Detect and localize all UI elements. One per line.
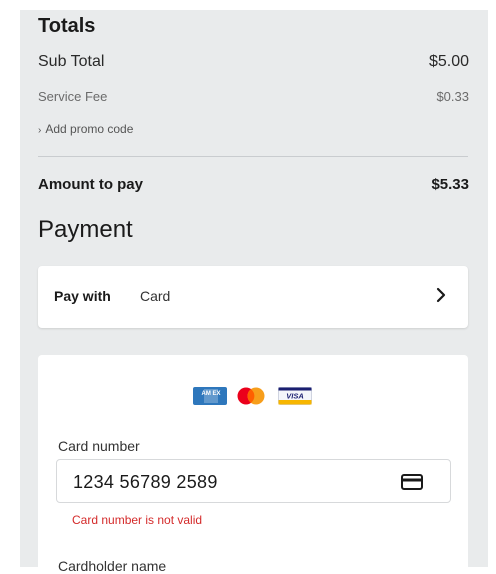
credit-card-icon bbox=[401, 474, 423, 490]
add-promo-code-link[interactable]: › Add promo code bbox=[38, 122, 133, 136]
mastercard-logo bbox=[237, 387, 265, 405]
pay-with-value: Card bbox=[140, 288, 171, 304]
totals-heading: Totals bbox=[38, 15, 96, 37]
visa-logo: VISA bbox=[278, 387, 312, 405]
card-form: AM EX VISA Card number 1234 56789 2589 C… bbox=[38, 355, 468, 574]
amex-text: AM EX bbox=[201, 391, 220, 397]
chevron-right-icon bbox=[436, 287, 446, 303]
card-number-input[interactable]: 1234 56789 2589 bbox=[56, 459, 451, 503]
service-fee-label: Service Fee bbox=[38, 89, 108, 104]
amount-to-pay-value: $5.33 bbox=[431, 176, 469, 193]
amount-to-pay-label: Amount to pay bbox=[38, 176, 143, 193]
card-number-error: Card number is not valid bbox=[72, 513, 203, 527]
visa-text: VISA bbox=[286, 392, 304, 401]
totals-divider bbox=[38, 156, 468, 157]
promo-label: Add promo code bbox=[45, 122, 134, 136]
payment-heading: Payment bbox=[38, 216, 133, 243]
pay-with-label: Pay with bbox=[54, 288, 111, 304]
card-number-value: 1234 56789 2589 bbox=[73, 472, 218, 492]
card-number-label: Card number bbox=[58, 438, 140, 454]
service-fee-value: $0.33 bbox=[436, 89, 469, 104]
pay-with-selector[interactable]: Pay with Card bbox=[38, 266, 468, 328]
chevron-right-icon: › bbox=[38, 125, 42, 136]
subtotal-label: Sub Total bbox=[38, 53, 105, 70]
amex-logo: AM EX bbox=[193, 387, 227, 405]
subtotal-value: $5.00 bbox=[428, 53, 469, 70]
cardholder-name-label: Cardholder name bbox=[58, 558, 167, 574]
